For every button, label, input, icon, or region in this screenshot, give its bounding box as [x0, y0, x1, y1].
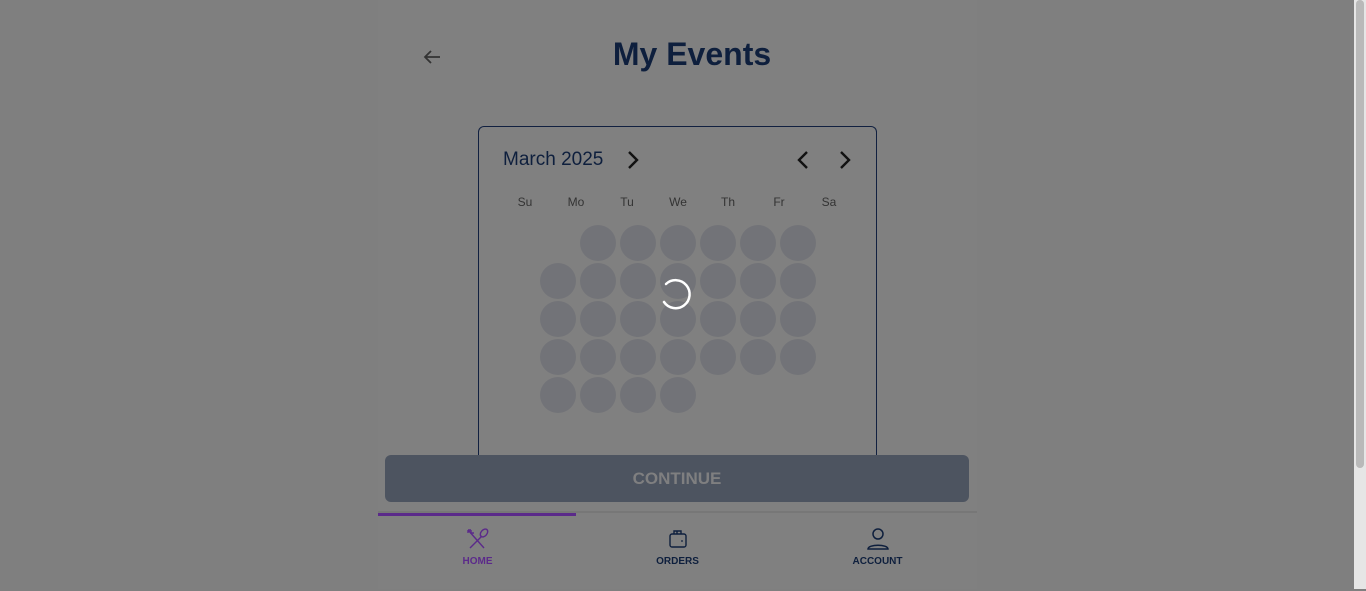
day-placeholder — [620, 263, 656, 299]
day-placeholder — [700, 339, 736, 375]
nav-item-home[interactable]: HOME — [378, 527, 577, 567]
weekday-label: Su — [517, 195, 533, 209]
weekday-label: Th — [720, 195, 735, 209]
continue-button[interactable]: CONTINUE — [385, 455, 969, 502]
nav-label-home: HOME — [462, 556, 493, 567]
next-month-icon[interactable] — [837, 149, 853, 171]
day-placeholder — [740, 263, 776, 299]
day-placeholder — [620, 339, 656, 375]
weekday-label: Mo — [567, 195, 585, 209]
user-icon — [866, 528, 889, 550]
day-placeholder — [620, 225, 656, 261]
day-placeholder — [540, 301, 576, 337]
bottom-nav: HOME ORDERS ACCOUNT — [378, 511, 977, 591]
day-placeholder — [660, 225, 696, 261]
day-placeholder — [780, 339, 816, 375]
day-placeholder — [580, 263, 616, 299]
month-label[interactable]: March 2025 — [503, 149, 603, 171]
weekday-label: Sa — [821, 195, 837, 209]
nav-item-orders[interactable]: ORDERS — [578, 527, 777, 567]
weekday-label: We — [669, 195, 687, 209]
day-placeholder — [540, 339, 576, 375]
weekday-label: Tu — [620, 195, 634, 209]
previous-month-icon[interactable] — [795, 149, 811, 171]
day-placeholder — [540, 377, 576, 413]
day-placeholder — [620, 377, 656, 413]
month-expand-chevron-icon[interactable] — [625, 149, 641, 171]
wallet-icon — [668, 530, 687, 548]
day-placeholder — [780, 263, 816, 299]
utensils-icon — [466, 528, 488, 549]
day-placeholder — [780, 301, 816, 337]
day-placeholder — [580, 301, 616, 337]
day-placeholder — [740, 301, 776, 337]
day-placeholder — [700, 301, 736, 337]
nav-item-account[interactable]: ACCOUNT — [778, 527, 977, 567]
scrollbar-thumb[interactable] — [1356, 0, 1364, 468]
day-placeholder — [580, 225, 616, 261]
day-placeholder — [660, 339, 696, 375]
active-tab-indicator — [378, 513, 576, 516]
weekday-label: Fr — [773, 195, 785, 209]
day-placeholder — [700, 263, 736, 299]
day-placeholder — [580, 377, 616, 413]
nav-label-account: ACCOUNT — [852, 556, 903, 567]
day-placeholder — [540, 263, 576, 299]
day-placeholder — [700, 225, 736, 261]
day-placeholder — [740, 339, 776, 375]
day-placeholder — [740, 225, 776, 261]
page-title: My Events — [612, 36, 772, 72]
loading-spinner-icon — [662, 278, 691, 310]
day-placeholder — [780, 225, 816, 261]
day-placeholder — [620, 301, 656, 337]
day-placeholder — [580, 339, 616, 375]
day-placeholder — [660, 377, 696, 413]
nav-label-orders: ORDERS — [656, 556, 699, 567]
